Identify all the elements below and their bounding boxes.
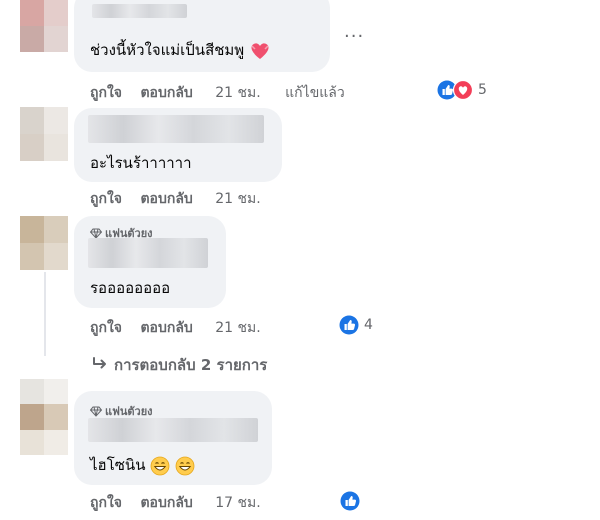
reaction-count: 4 <box>364 317 373 333</box>
view-replies-link[interactable]: การตอบกลับ 2 รายการ <box>92 353 267 377</box>
like-button[interactable]: ถูกใจ <box>90 85 122 101</box>
thread-line <box>44 272 46 356</box>
comment-text: รออออออออ <box>90 279 171 297</box>
grinning-face-icon <box>150 456 170 475</box>
reply-button[interactable]: ตอบกลับ <box>140 495 192 511</box>
like-reaction-icon <box>340 491 360 511</box>
comment-actions: ถูกใจ ตอบกลับ 21 ชม. <box>90 317 261 339</box>
reply-button[interactable]: ตอบกลับ <box>140 320 192 336</box>
reply-button[interactable]: ตอบกลับ <box>140 85 192 101</box>
commenter-name[interactable] <box>88 238 208 268</box>
comment-actions: ถูกใจ ตอบกลับ 21 ชม. <box>90 188 261 210</box>
timestamp[interactable]: 21 ชม. <box>215 191 260 207</box>
grinning-face-icon <box>175 456 195 475</box>
heart-with-ribbon-icon <box>251 42 269 59</box>
avatar[interactable] <box>20 107 68 161</box>
avatar[interactable] <box>20 216 68 270</box>
reaction-summary[interactable]: 5 <box>437 80 487 100</box>
edited-label: แก้ไขแล้ว <box>285 85 345 101</box>
commenter-name[interactable] <box>92 4 187 18</box>
like-reaction-icon <box>339 315 359 335</box>
reply-button[interactable]: ตอบกลับ <box>140 191 192 207</box>
love-reaction-icon <box>453 80 473 100</box>
commenter-name[interactable] <box>88 115 264 143</box>
reaction-count: 5 <box>478 82 487 98</box>
comment-text: ช่วงนี้หัวใจแม่เป็นสีชมพู <box>90 38 271 62</box>
timestamp[interactable]: 17 ชม. <box>215 495 260 511</box>
timestamp[interactable]: 21 ชม. <box>215 320 260 336</box>
more-options-icon[interactable]: ··· <box>344 26 364 47</box>
reaction-summary[interactable]: 4 <box>339 315 373 335</box>
reaction-summary[interactable] <box>340 491 360 511</box>
comment-text: อะไรนร้าาาาาา <box>90 154 192 172</box>
comment-actions: ถูกใจ ตอบกลับ 17 ชม. <box>90 492 261 514</box>
comment-text: ไฮโซนิน <box>90 453 195 477</box>
like-button[interactable]: ถูกใจ <box>90 320 122 336</box>
like-button[interactable]: ถูกใจ <box>90 191 122 207</box>
diamond-icon <box>89 406 103 417</box>
like-button[interactable]: ถูกใจ <box>90 495 122 511</box>
comment-actions: ถูกใจ ตอบกลับ 21 ชม. แก้ไขแล้ว <box>90 82 345 104</box>
commenter-name[interactable] <box>88 418 258 442</box>
avatar[interactable] <box>20 0 68 52</box>
timestamp[interactable]: 21 ชม. <box>215 85 260 101</box>
reply-arrow-icon <box>93 357 106 369</box>
avatar[interactable] <box>20 379 68 455</box>
